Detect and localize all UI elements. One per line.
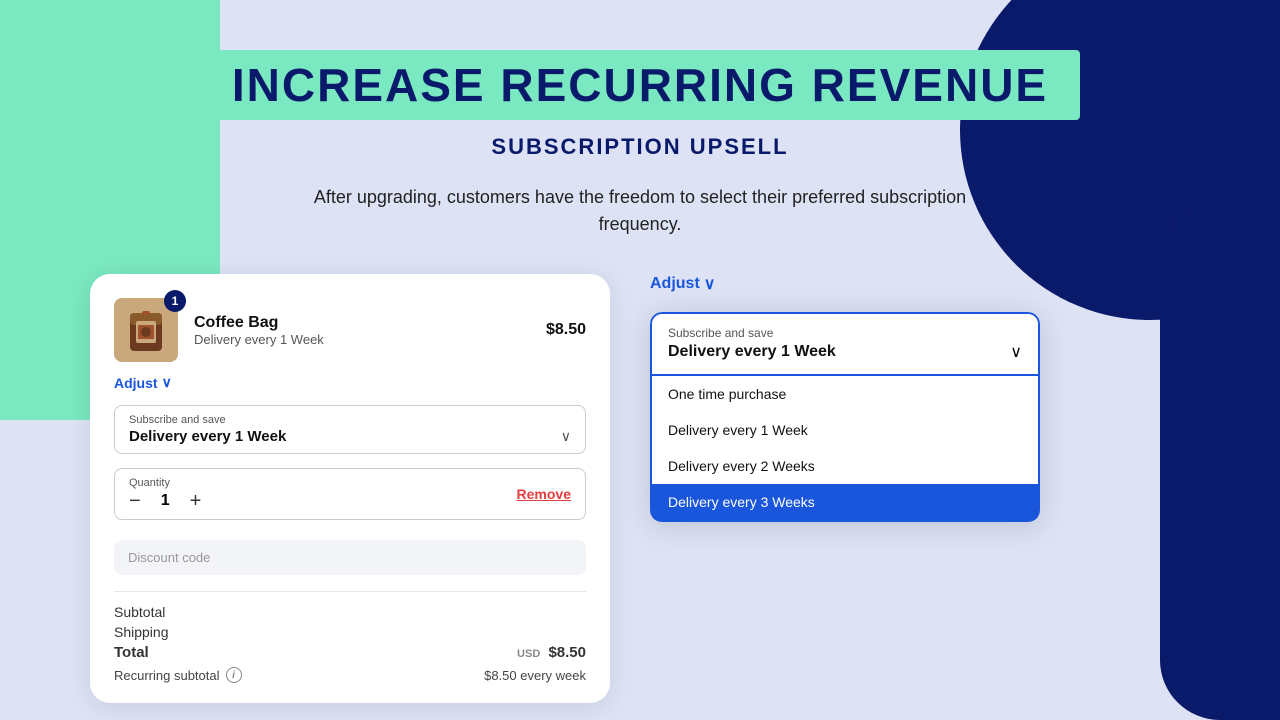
subscribe-dropdown-right: Subscribe and save Delivery every 1 Week…	[650, 312, 1040, 522]
item-name: Coffee Bag	[194, 314, 530, 332]
remove-button[interactable]: Remove	[517, 486, 571, 502]
total-value-group: USD $8.50	[517, 644, 586, 661]
chevron-down-icon-left: ∨	[162, 374, 172, 391]
subscribe-top-value-row: Delivery every 1 Week ∨	[668, 342, 1022, 362]
discount-code-field[interactable]: Discount code	[114, 540, 586, 575]
cart-panel: 1 Coffee Bag Delivery every 1 Week $8.50…	[90, 274, 610, 703]
quantity-row: Quantity − 1 + Remove	[114, 468, 586, 520]
option-2-weeks[interactable]: Delivery every 2 Weeks	[652, 448, 1038, 484]
info-icon: i	[226, 667, 242, 683]
item-info: Coffee Bag Delivery every 1 Week	[194, 314, 530, 347]
totals-section: Subtotal Shipping Total USD $8.50 R	[114, 591, 586, 683]
usd-label: USD	[517, 648, 540, 660]
adjust-label-right: Adjust	[650, 275, 700, 293]
subtotal-row: Subtotal	[114, 604, 586, 620]
total-row: Total USD $8.50	[114, 644, 586, 661]
item-price: $8.50	[546, 321, 586, 339]
item-image-wrapper: 1	[114, 298, 178, 362]
panels-row: 1 Coffee Bag Delivery every 1 Week $8.50…	[90, 274, 1190, 703]
chevron-down-icon-top: ∨	[1010, 342, 1022, 362]
subscribe-value-left: Delivery every 1 Week	[129, 428, 286, 445]
recurring-label-group: Recurring subtotal i	[114, 667, 242, 683]
subscribe-value-row-left: Delivery every 1 Week ∨	[129, 428, 571, 445]
chevron-down-icon: ∨	[561, 428, 571, 445]
subscribe-label-left: Subscribe and save	[129, 414, 571, 426]
subscribe-top[interactable]: Subscribe and save Delivery every 1 Week…	[650, 312, 1040, 376]
qty-controls: − 1 +	[129, 491, 201, 511]
subscribe-top-label: Subscribe and save	[668, 326, 1022, 340]
option-1-week[interactable]: Delivery every 1 Week	[652, 412, 1038, 448]
quantity-value: 1	[161, 492, 170, 510]
coffee-bag-icon	[122, 303, 170, 357]
subscribe-top-value: Delivery every 1 Week	[668, 343, 836, 361]
discount-placeholder: Discount code	[128, 550, 210, 565]
quantity-label: Quantity	[129, 477, 201, 489]
quantity-increase-button[interactable]: +	[190, 491, 202, 511]
right-panel: Adjust ∨ Subscribe and save Delivery eve…	[650, 274, 1070, 522]
main-title: INCREASE RECURRING REVENUE	[232, 58, 1048, 112]
shipping-row: Shipping	[114, 624, 586, 640]
quantity-section: Quantity − 1 +	[129, 477, 201, 511]
quantity-decrease-button[interactable]: −	[129, 491, 141, 511]
item-badge: 1	[164, 290, 186, 312]
adjust-button-right[interactable]: Adjust ∨	[650, 274, 716, 294]
subscribe-dropdown-left[interactable]: Subscribe and save Delivery every 1 Week…	[114, 405, 586, 454]
chevron-down-icon-right: ∨	[704, 274, 716, 294]
recurring-value: $8.50 every week	[484, 668, 586, 683]
total-label: Total	[114, 644, 149, 661]
recurring-label: Recurring subtotal	[114, 668, 220, 683]
subtotal-label: Subtotal	[114, 604, 165, 620]
total-value: $8.50	[548, 644, 586, 661]
dropdown-options: One time purchase Delivery every 1 Week …	[650, 376, 1040, 522]
cart-item-row: 1 Coffee Bag Delivery every 1 Week $8.50	[114, 298, 586, 362]
adjust-button-left[interactable]: Adjust ∨	[114, 374, 172, 391]
subtitle: SUBSCRIPTION UPSELL	[491, 134, 788, 160]
recurring-row: Recurring subtotal i $8.50 every week	[114, 667, 586, 683]
option-one-time[interactable]: One time purchase	[652, 376, 1038, 412]
title-banner: INCREASE RECURRING REVENUE	[200, 50, 1080, 120]
item-delivery: Delivery every 1 Week	[194, 332, 530, 347]
adjust-label-left: Adjust	[114, 375, 158, 391]
shipping-label: Shipping	[114, 624, 169, 640]
description: After upgrading, customers have the free…	[300, 184, 980, 238]
option-3-weeks[interactable]: Delivery every 3 Weeks	[652, 484, 1038, 520]
